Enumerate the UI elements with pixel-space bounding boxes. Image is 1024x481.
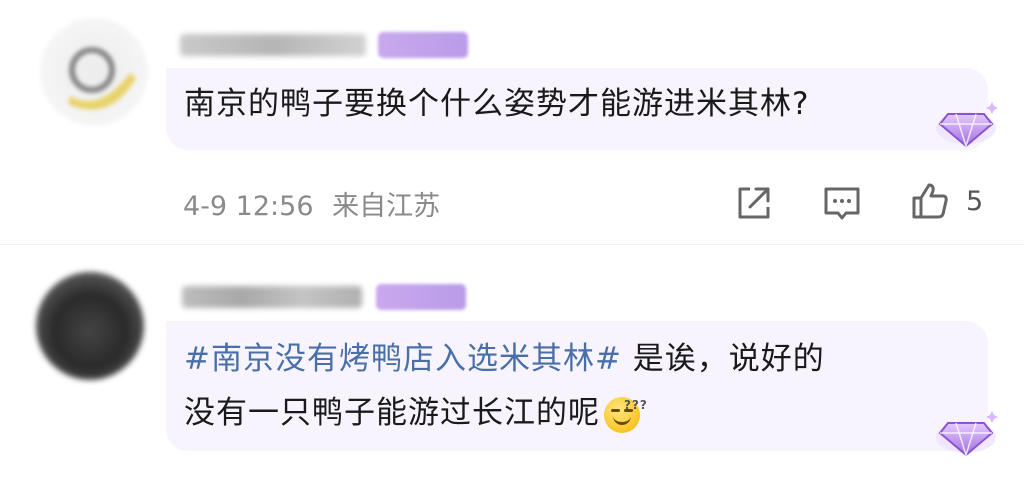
like-count: 5 (966, 186, 984, 217)
thumbs-up-icon[interactable] (910, 181, 950, 221)
comment-text: 没有一只鸭子能游过长江的呢 (184, 395, 600, 431)
username[interactable] (182, 286, 362, 308)
comment-item: 南京的鸭子要换个什么姿势才能游进米其林? 4-9 12:56 来自江苏 5 (0, 0, 1024, 244)
thinking-emoji-icon: ??? (604, 396, 647, 433)
vip-badge (378, 32, 468, 58)
share-icon[interactable] (734, 183, 774, 223)
username[interactable] (180, 34, 366, 56)
avatar[interactable] (40, 18, 148, 126)
hashtag-link[interactable]: #南京没有烤鸭店入选米其林# (184, 341, 622, 377)
comment-icon[interactable] (822, 183, 862, 223)
comment-item: #南京没有烤鸭店入选米其林# 是诶，说好的 没有一只鸭子能游过长江的呢??? (0, 245, 1024, 481)
comment-location: 来自江苏 (332, 191, 441, 222)
comment-text: 南京的鸭子要换个什么姿势才能游进米其林? (184, 86, 810, 122)
diamond-badge-icon (936, 411, 998, 458)
diamond-badge-icon (936, 102, 998, 149)
comment-text: 是诶，说好的 (621, 341, 825, 377)
comment-meta: 4-9 12:56 来自江苏 (183, 184, 440, 223)
comment-text-line: 没有一只鸭子能游过长江的呢??? (184, 389, 647, 437)
avatar[interactable] (36, 272, 144, 380)
comment-time: 4-9 12:56 (183, 191, 314, 222)
vip-badge (376, 284, 466, 310)
comment-text-line: #南京没有烤鸭店入选米其林# 是诶，说好的 (184, 335, 825, 383)
